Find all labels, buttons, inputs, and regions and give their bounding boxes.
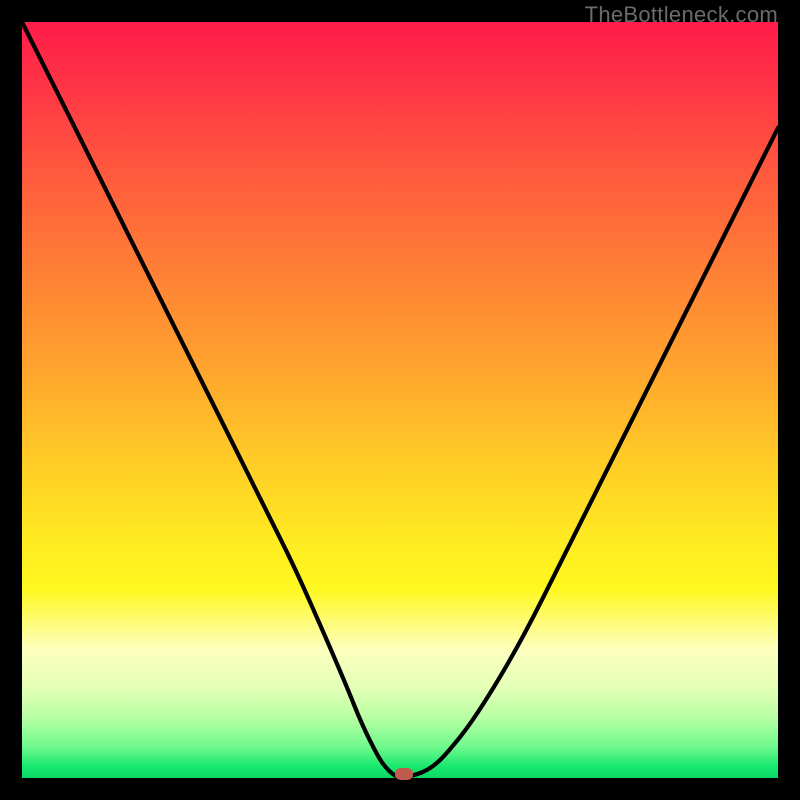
v-curve — [22, 22, 778, 778]
v-curve-path — [22, 22, 778, 777]
plot-area — [22, 22, 778, 778]
watermark-text: TheBottleneck.com — [585, 2, 778, 28]
chart-frame: TheBottleneck.com — [0, 0, 800, 800]
min-marker — [395, 768, 413, 780]
